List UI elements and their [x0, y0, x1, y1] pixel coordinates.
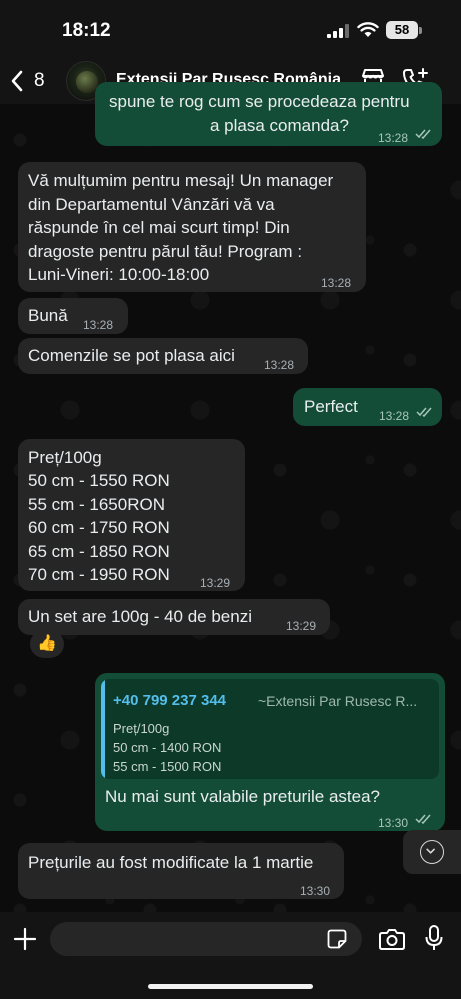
- message-text: Nu mai sunt valabile preturile astea?: [105, 787, 380, 806]
- message-text: din Departamentul Vânzări vă va: [28, 195, 275, 214]
- message-bubble-outgoing[interactable]: Perfect 13:28: [293, 388, 442, 426]
- message-text: dragoste pentru părul tău! Program :: [28, 242, 303, 261]
- message-text: 70 cm - 1950 RON: [28, 565, 170, 584]
- message-bubble-incoming[interactable]: Preț/100g 50 cm - 1550 RON 55 cm - 1650R…: [18, 439, 245, 591]
- message-text: 50 cm - 1550 RON: [28, 471, 170, 490]
- status-bar: 18:12 58: [0, 0, 461, 58]
- message-text: Un set are 100g - 40 de benzi: [28, 607, 252, 626]
- message-text: spune te rog cum se procedeaza pentru: [109, 92, 410, 111]
- message-bubble-incoming[interactable]: Un set are 100g - 40 de benzi 13:29: [18, 599, 330, 635]
- chevron-down-icon: [420, 840, 444, 864]
- message-time: 13:29: [200, 576, 231, 590]
- wifi-icon: [357, 22, 379, 37]
- thumbs-up-icon: 👍: [37, 635, 57, 652]
- read-ticks-icon: [415, 814, 431, 824]
- signal-icon: [327, 24, 349, 38]
- message-text: 65 cm - 1850 RON: [28, 542, 170, 561]
- message-bubble-outgoing[interactable]: spune te rog cum se procedeaza pentru a …: [95, 82, 442, 146]
- message-time: 13:28: [83, 318, 114, 332]
- unread-count: 8: [34, 70, 45, 91]
- message-input[interactable]: [50, 922, 362, 956]
- quote-sender-name: ~Extensii Par Rusesc R...: [258, 693, 418, 709]
- scroll-to-bottom-button[interactable]: [403, 830, 461, 874]
- home-indicator: [148, 984, 313, 989]
- status-time: 18:12: [62, 20, 111, 41]
- quote-sender-phone: +40 799 237 344: [113, 692, 227, 709]
- quote-text: 55 cm - 1500 RON: [113, 759, 222, 774]
- message-bubble-incoming[interactable]: Comenzile se pot plasa aici 13:28: [18, 338, 308, 374]
- back-button[interactable]: 8: [10, 65, 45, 97]
- message-bubble-incoming[interactable]: Vă mulțumim pentru mesaj! Un manager din…: [18, 162, 366, 292]
- message-time: 13:30: [300, 884, 331, 898]
- message-text: Preț/100g: [28, 448, 102, 467]
- message-text: 55 cm - 1650RON: [28, 495, 165, 514]
- message-text: răspunde în cel mai scurt timp! Din: [28, 218, 290, 237]
- reaction-badge[interactable]: 👍: [30, 630, 64, 658]
- camera-icon[interactable]: [379, 928, 405, 950]
- quote-accent-bar: [101, 679, 105, 779]
- message-text: Vă mulțumim pentru mesaj! Un manager: [28, 171, 334, 190]
- message-text: Bună: [28, 306, 68, 325]
- sticker-icon[interactable]: [327, 929, 347, 949]
- read-ticks-icon: [416, 407, 432, 417]
- message-time: 13:28: [378, 131, 409, 145]
- message-bubble-incoming[interactable]: Prețurile au fost modificate la 1 martie…: [18, 843, 344, 899]
- composer-bar: [0, 912, 461, 999]
- quoted-message[interactable]: +40 799 237 344 ~Extensii Par Rusesc R..…: [101, 679, 439, 779]
- message-text: Luni-Vineri: 10:00-18:00: [28, 265, 210, 284]
- message-text: 60 cm - 1750 RON: [28, 518, 170, 537]
- back-chevron-icon: [11, 70, 23, 92]
- message-time: 13:28: [321, 276, 352, 290]
- message-time: 13:29: [286, 619, 317, 633]
- message-time: 13:30: [378, 816, 409, 830]
- mic-icon[interactable]: [425, 925, 443, 952]
- battery-indicator: 58: [386, 21, 418, 39]
- message-text: Prețurile au fost modificate la 1 martie: [28, 853, 314, 872]
- message-text: Comenzile se pot plasa aici: [28, 346, 235, 365]
- battery-nub: [419, 27, 422, 34]
- message-text: a plasa comanda?: [210, 116, 349, 135]
- message-time: 13:28: [264, 358, 295, 372]
- message-text: Perfect: [304, 397, 358, 416]
- message-bubble-outgoing[interactable]: +40 799 237 344 ~Extensii Par Rusesc R..…: [95, 673, 445, 831]
- message-time: 13:28: [379, 409, 410, 423]
- plus-icon[interactable]: [13, 927, 37, 951]
- message-bubble-incoming[interactable]: Bună 13:28: [18, 298, 128, 334]
- read-ticks-icon: [415, 129, 431, 139]
